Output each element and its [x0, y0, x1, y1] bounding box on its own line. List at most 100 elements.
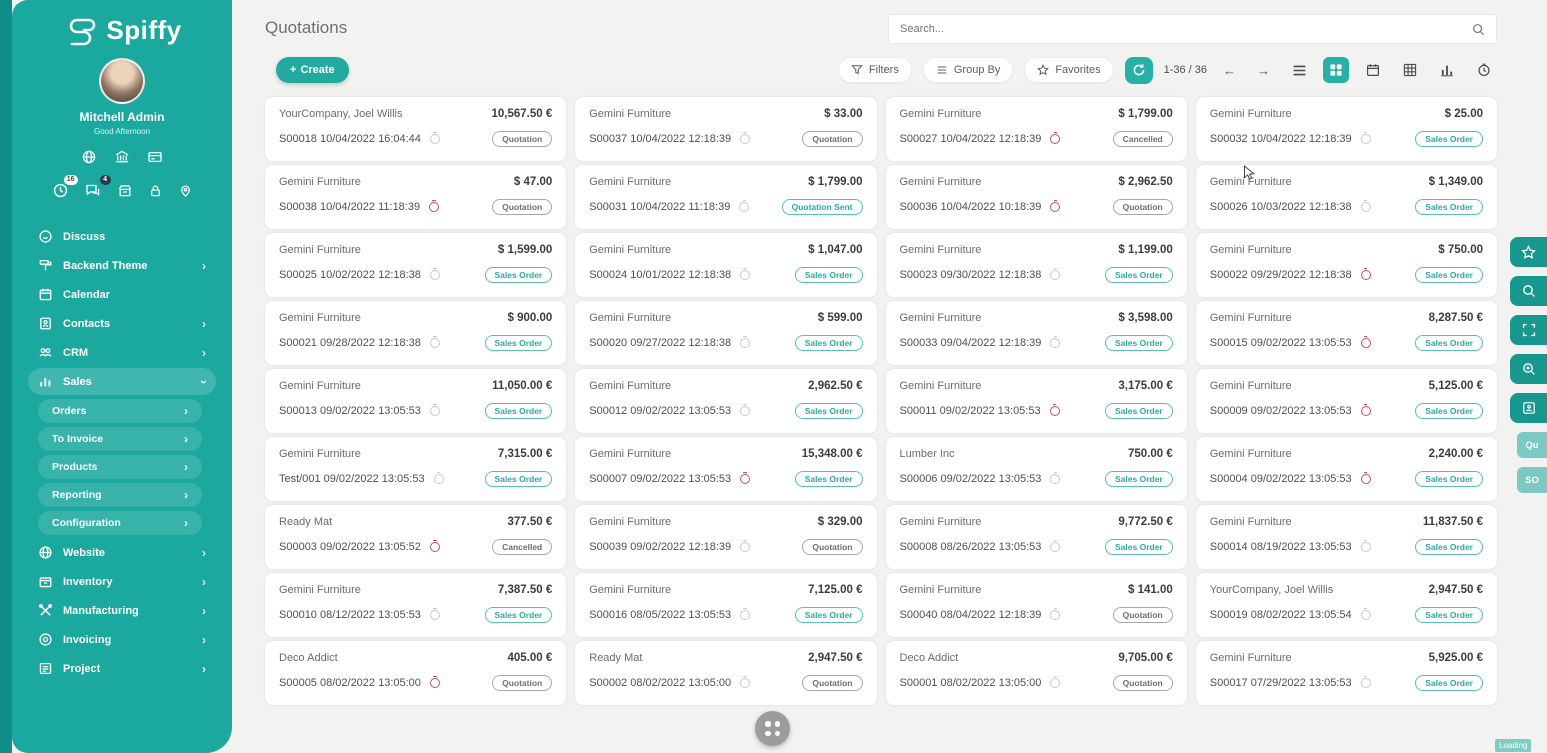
activity-clock-icon[interactable]: [430, 338, 440, 348]
quotation-card[interactable]: Gemini Furniture $ 1,349.00 S00026 10/03…: [1196, 165, 1497, 229]
kanban-view-button[interactable]: [1323, 57, 1349, 83]
quotation-card[interactable]: Gemini Furniture 3,175.00 € S00011 09/02…: [886, 369, 1187, 433]
activity-clock-icon[interactable]: [1050, 338, 1060, 348]
quotation-card[interactable]: YourCompany, Joel Willis 2,947.50 € S000…: [1196, 573, 1497, 637]
activity-clock-icon[interactable]: [740, 610, 750, 620]
quotation-card[interactable]: Gemini Furniture $ 1,047.00 S00024 10/01…: [575, 233, 876, 297]
favorites-button[interactable]: Favorites: [1024, 57, 1113, 83]
sidebar-item-crm[interactable]: CRM ›: [28, 339, 216, 366]
activity-clock-icon[interactable]: [1050, 202, 1060, 212]
quotation-card[interactable]: Gemini Furniture 15,348.00 € S00007 09/0…: [575, 437, 876, 501]
quotation-card[interactable]: Gemini Furniture $ 2,962.50 S00036 10/04…: [886, 165, 1187, 229]
sidebar-subitem[interactable]: Orders ›: [38, 399, 202, 423]
activity-clock-icon[interactable]: [430, 406, 440, 416]
sidebar-item-invoicing[interactable]: Invoicing ›: [28, 626, 216, 653]
sidebar-subitem[interactable]: Reporting ›: [38, 483, 202, 507]
quotation-card[interactable]: YourCompany, Joel Willis 10,567.50 € S00…: [265, 97, 566, 161]
activity-clock-icon[interactable]: [740, 474, 750, 484]
quotation-card[interactable]: Gemini Furniture $ 329.00 S00039 09/02/2…: [575, 505, 876, 569]
quotation-card[interactable]: Gemini Furniture 8,287.50 € S00015 09/02…: [1196, 301, 1497, 365]
activity-clock-icon[interactable]: [430, 270, 440, 280]
quotation-card[interactable]: Gemini Furniture 11,837.50 € S00014 08/1…: [1196, 505, 1497, 569]
sidebar-item-inventory[interactable]: Inventory ›: [28, 568, 216, 595]
activity-clock-icon[interactable]: [430, 542, 440, 552]
sidebar-item-calendar[interactable]: Calendar: [28, 281, 216, 308]
quotation-card[interactable]: Deco Addict 405.00 € S00005 08/02/2022 1…: [265, 641, 566, 705]
activity-clock-icon[interactable]: [1050, 406, 1060, 416]
sidebar-item-website[interactable]: Website ›: [28, 539, 216, 566]
map-pin-icon[interactable]: [178, 183, 193, 199]
create-button[interactable]: + Create: [276, 57, 349, 83]
activity-clock-icon[interactable]: [430, 678, 440, 688]
activity-clock-icon[interactable]: [429, 202, 439, 212]
pivot-view-button[interactable]: [1397, 57, 1423, 83]
quotation-card[interactable]: Gemini Furniture $ 1,799.00 S00031 10/04…: [575, 165, 876, 229]
activity-clock-icon[interactable]: [1050, 270, 1060, 280]
quotation-card[interactable]: Gemini Furniture $ 33.00 S00037 10/04/20…: [575, 97, 876, 161]
sidebar-item-backend-theme[interactable]: Backend Theme ›: [28, 252, 216, 279]
rail-zoom-in-button[interactable]: [1510, 354, 1547, 384]
calendar-view-button[interactable]: [1360, 57, 1386, 83]
activity-clock-icon[interactable]: [430, 134, 440, 144]
magnifier-icon[interactable]: [1472, 23, 1485, 36]
quotation-card[interactable]: Gemini Furniture $ 1,599.00 S00025 10/02…: [265, 233, 566, 297]
group-by-button[interactable]: Group By: [923, 57, 1013, 83]
activity-clock-icon[interactable]: [740, 678, 750, 688]
sidebar-item-contacts[interactable]: Contacts ›: [28, 310, 216, 337]
globe-icon[interactable]: [81, 149, 97, 165]
activity-clock-icon[interactable]: [740, 134, 750, 144]
activity-clock-icon[interactable]: [1050, 678, 1060, 688]
quotation-card[interactable]: Gemini Furniture $ 1,799.00 S00027 10/04…: [886, 97, 1187, 161]
activity-clock-icon[interactable]: [1361, 474, 1371, 484]
quotation-card[interactable]: Gemini Furniture 7,315.00 € Test/001 09/…: [265, 437, 566, 501]
activity-view-button[interactable]: [1471, 57, 1497, 83]
rail-fullscreen-button[interactable]: [1510, 315, 1547, 345]
quotation-card[interactable]: Gemini Furniture 11,050.00 € S00013 09/0…: [265, 369, 566, 433]
activity-clock-icon[interactable]: [1361, 134, 1371, 144]
quotation-card[interactable]: Gemini Furniture 7,387.50 € S00010 08/12…: [265, 573, 566, 637]
quotation-card[interactable]: Gemini Furniture 5,925.00 € S00017 07/29…: [1196, 641, 1497, 705]
activity-clock-icon[interactable]: [1050, 542, 1060, 552]
activity-clock-icon[interactable]: [740, 338, 750, 348]
sidebar-subitem[interactable]: To Invoice ›: [38, 427, 202, 451]
activity-clock-icon[interactable]: [740, 270, 750, 280]
activity-clock-icon[interactable]: [1050, 610, 1060, 620]
quotation-card[interactable]: Gemini Furniture $ 47.00 S00038 10/04/20…: [265, 165, 566, 229]
rail-favorite-button[interactable]: [1510, 237, 1547, 267]
apps-grid-button[interactable]: [755, 711, 790, 746]
activity-clock-icon[interactable]: [1050, 134, 1060, 144]
shop-icon[interactable]: [117, 183, 133, 199]
activity-clock-icon[interactable]: [1361, 678, 1371, 688]
sidebar-item-manufacturing[interactable]: Manufacturing ›: [28, 597, 216, 624]
sidebar-subitem[interactable]: Configuration ›: [38, 511, 202, 535]
rail-record-panel-button[interactable]: [1510, 393, 1547, 423]
search-input[interactable]: [900, 23, 1472, 35]
user-avatar[interactable]: [99, 58, 145, 104]
card-icon[interactable]: [147, 149, 163, 165]
user-name[interactable]: Mitchell Admin: [12, 110, 232, 124]
quotation-card[interactable]: Gemini Furniture $ 750.00 S00022 09/29/2…: [1196, 233, 1497, 297]
rail-search-button[interactable]: [1510, 276, 1547, 306]
activity-clock-icon[interactable]: [740, 542, 750, 552]
quotation-card[interactable]: Gemini Furniture 2,240.00 € S00004 09/02…: [1196, 437, 1497, 501]
app-logo[interactable]: Spiffy: [12, 13, 232, 47]
history-clock-icon[interactable]: 16: [52, 182, 69, 199]
quotation-card[interactable]: Gemini Furniture $ 25.00 S00032 10/04/20…: [1196, 97, 1497, 161]
sidebar-item-discuss[interactable]: Discuss: [28, 223, 216, 250]
bank-icon[interactable]: [114, 149, 130, 165]
activity-clock-icon[interactable]: [1361, 338, 1371, 348]
quotation-card[interactable]: Gemini Furniture $ 141.00 S00040 08/04/2…: [886, 573, 1187, 637]
quotation-card[interactable]: Gemini Furniture 7,125.00 € S00016 08/05…: [575, 573, 876, 637]
pager-next-button[interactable]: →: [1252, 63, 1275, 78]
activity-clock-icon[interactable]: [430, 610, 440, 620]
quotation-card[interactable]: Ready Mat 377.50 € S00003 09/02/2022 13:…: [265, 505, 566, 569]
activity-clock-icon[interactable]: [1361, 202, 1371, 212]
sidebar-item-project[interactable]: Project ›: [28, 655, 216, 682]
quotation-card[interactable]: Gemini Furniture $ 599.00 S00020 09/27/2…: [575, 301, 876, 365]
activity-clock-icon[interactable]: [1361, 270, 1371, 280]
graph-view-button[interactable]: [1434, 57, 1460, 83]
lock-icon[interactable]: [148, 183, 163, 199]
quotation-card[interactable]: Gemini Furniture $ 3,598.00 S00033 09/04…: [886, 301, 1187, 365]
rail-sales-order-shortcut[interactable]: SO: [1517, 467, 1547, 493]
quotation-card[interactable]: Gemini Furniture 5,125.00 € S00009 09/02…: [1196, 369, 1497, 433]
